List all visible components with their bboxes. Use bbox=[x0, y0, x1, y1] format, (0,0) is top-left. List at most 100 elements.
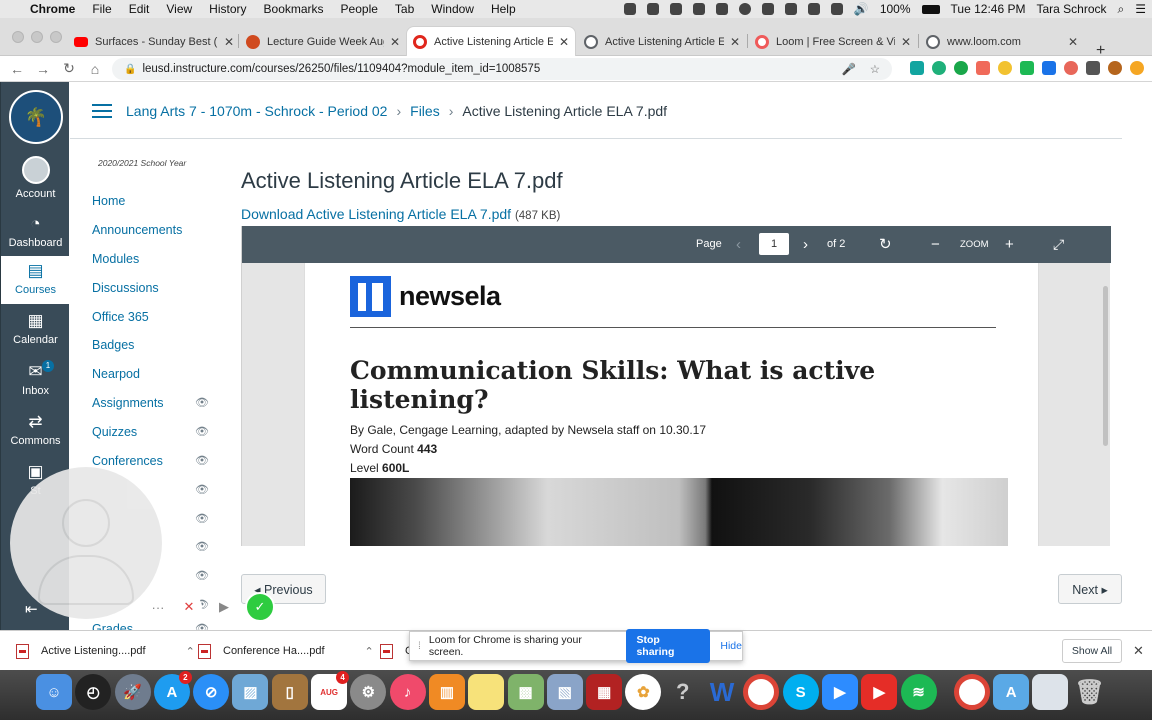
next-button[interactable]: Next ▸ bbox=[1058, 574, 1122, 604]
home-icon[interactable]: ⌂ bbox=[82, 61, 108, 77]
loom-extension-icon[interactable] bbox=[1064, 61, 1078, 75]
back-icon[interactable]: ← bbox=[4, 61, 30, 77]
system-preferences-icon[interactable]: ⚙ bbox=[350, 674, 387, 710]
close-downloads-icon[interactable]: ✕ bbox=[1133, 643, 1144, 659]
zoom-app-icon[interactable]: ▶ bbox=[821, 674, 858, 710]
volume-icon[interactable]: 🔊 bbox=[854, 2, 869, 16]
time-machine-icon[interactable] bbox=[784, 3, 797, 15]
status-icon[interactable] bbox=[623, 3, 636, 15]
image-capture-icon[interactable]: ▩ bbox=[507, 674, 544, 710]
record-icon[interactable] bbox=[738, 3, 751, 15]
course-nav-nearpod[interactable]: Nearpod bbox=[92, 360, 209, 389]
menu-tab[interactable]: Tab bbox=[395, 2, 414, 16]
lock-icon[interactable]: 🔒 bbox=[124, 64, 136, 75]
close-tab-icon[interactable]: ✕ bbox=[1068, 35, 1078, 49]
global-nav-courses[interactable]: ▤ Courses bbox=[1, 256, 70, 304]
zoom-in-icon[interactable]: + bbox=[1005, 226, 1014, 263]
close-tab-icon[interactable]: ✕ bbox=[730, 35, 740, 49]
microphone-icon[interactable] bbox=[715, 3, 728, 15]
chevron-up-icon[interactable]: ⌃ bbox=[186, 645, 195, 658]
download-item[interactable]: Active Listening....pdf ⌃ bbox=[16, 631, 195, 671]
word-icon[interactable]: W bbox=[704, 674, 740, 710]
breadcrumb-course-link[interactable]: Lang Arts 7 - 1070m - Schrock - Period 0… bbox=[126, 103, 387, 119]
chrome-secondary-icon[interactable] bbox=[953, 674, 990, 710]
district-logo[interactable]: 🌴 bbox=[9, 90, 63, 144]
help-icon[interactable]: ? bbox=[665, 674, 701, 710]
minimize-window-button[interactable] bbox=[31, 31, 43, 43]
loom-pause-icon[interactable]: ▶ bbox=[211, 594, 237, 620]
photo-booth-icon[interactable]: ▦ bbox=[586, 674, 623, 710]
loom-more-icon[interactable]: ··· bbox=[145, 594, 171, 620]
trash-icon[interactable]: 🗑 bbox=[1072, 674, 1108, 710]
dashboard-app-icon[interactable]: ◴ bbox=[75, 674, 112, 710]
spotlight-icon[interactable]: ⌕ bbox=[1118, 2, 1125, 17]
image-utility-icon[interactable]: ▧ bbox=[546, 674, 583, 710]
app-store-icon[interactable]: A2 bbox=[153, 671, 192, 710]
battery-percent[interactable]: 100% bbox=[880, 2, 911, 16]
global-nav-calendar[interactable]: ▦ Calendar bbox=[1, 311, 70, 351]
clock[interactable]: Tue 12:46 PM bbox=[951, 2, 1026, 16]
course-nav-announcements[interactable]: Announcements bbox=[92, 216, 209, 245]
drag-handle-icon[interactable]: ⁞ bbox=[418, 640, 421, 652]
next-page-icon[interactable]: › bbox=[803, 226, 808, 263]
tab-loom[interactable]: Loom | Free Screen & Vid ✕ bbox=[749, 27, 917, 56]
zoom-out-icon[interactable]: − bbox=[931, 226, 940, 263]
close-tab-icon[interactable]: ✕ bbox=[559, 35, 569, 49]
fullscreen-icon[interactable]: ⤢ bbox=[1053, 226, 1064, 263]
wifi-icon[interactable] bbox=[830, 3, 843, 15]
extension-icon[interactable] bbox=[954, 61, 968, 75]
bluetooth-icon[interactable] bbox=[807, 3, 820, 15]
video-app-icon[interactable]: ▶ bbox=[861, 674, 898, 710]
menu-view[interactable]: View bbox=[166, 2, 192, 16]
user-name[interactable]: Tara Schrock bbox=[1036, 2, 1106, 16]
finder-icon[interactable]: ☺ bbox=[36, 674, 72, 710]
global-nav-inbox[interactable]: ✉ 1 Inbox bbox=[1, 360, 70, 402]
close-window-button[interactable] bbox=[12, 31, 24, 43]
battery-icon[interactable] bbox=[921, 4, 940, 14]
launchpad-icon[interactable]: 🚀 bbox=[114, 674, 151, 710]
download-link[interactable]: Download Active Listening Article ELA 7.… bbox=[241, 206, 511, 222]
menu-app-name[interactable]: Chrome bbox=[30, 2, 75, 16]
documents-icon[interactable] bbox=[1032, 674, 1069, 710]
status-icon[interactable] bbox=[692, 3, 705, 15]
hide-button[interactable]: Hide bbox=[720, 640, 742, 652]
microphone-icon[interactable]: 🎤 bbox=[842, 62, 856, 76]
status-icon[interactable] bbox=[669, 3, 682, 15]
tab-active-listening-2[interactable]: Active Listening Article EL ✕ bbox=[578, 27, 746, 56]
breadcrumb-files-link[interactable]: Files bbox=[410, 103, 440, 119]
update-icon[interactable] bbox=[1130, 61, 1144, 75]
course-nav-badges[interactable]: Badges bbox=[92, 331, 209, 360]
skype-icon[interactable]: S bbox=[782, 674, 819, 710]
tab-active-listening-current[interactable]: Active Listening Article EL ✕ bbox=[407, 27, 575, 56]
airplay-icon[interactable] bbox=[761, 3, 774, 15]
puzzle-icon[interactable] bbox=[1086, 61, 1100, 75]
notes-icon[interactable] bbox=[468, 674, 505, 710]
close-tab-icon[interactable]: ✕ bbox=[390, 35, 400, 49]
extension-icon[interactable] bbox=[998, 61, 1012, 75]
collapse-nav-icon[interactable]: ⇤ bbox=[25, 600, 38, 618]
course-nav-discussions[interactable]: Discussions bbox=[92, 273, 209, 302]
show-all-button[interactable]: Show All bbox=[1062, 639, 1122, 663]
course-nav-home[interactable]: Home bbox=[92, 187, 209, 216]
menu-help[interactable]: Help bbox=[491, 2, 516, 16]
extension-icon[interactable] bbox=[932, 61, 946, 75]
reload-icon[interactable]: ↻ bbox=[56, 60, 82, 77]
profile-avatar[interactable] bbox=[1108, 61, 1122, 75]
download-item[interactable]: C bbox=[380, 631, 413, 671]
menu-file[interactable]: File bbox=[92, 2, 111, 16]
chevron-up-icon[interactable]: ⌃ bbox=[365, 645, 374, 658]
extension-icon[interactable] bbox=[1020, 61, 1034, 75]
hamburger-menu-icon[interactable] bbox=[92, 100, 112, 122]
tab-loom-site[interactable]: www.loom.com ✕ bbox=[920, 27, 1084, 56]
applications-folder-icon[interactable]: A bbox=[993, 674, 1030, 710]
menu-people[interactable]: People bbox=[341, 2, 378, 16]
safari-icon[interactable]: ⊘ bbox=[193, 674, 230, 710]
close-tab-icon[interactable]: ✕ bbox=[224, 35, 234, 49]
stop-sharing-button[interactable]: Stop sharing bbox=[626, 629, 711, 663]
course-nav-modules[interactable]: Modules bbox=[92, 245, 209, 274]
close-tab-icon[interactable]: ✕ bbox=[901, 35, 911, 49]
preview-icon[interactable]: ▨ bbox=[232, 674, 269, 710]
loom-camera-bubble[interactable] bbox=[10, 467, 162, 619]
prev-page-icon[interactable]: ‹ bbox=[736, 226, 741, 263]
extension-icon[interactable] bbox=[910, 61, 924, 75]
